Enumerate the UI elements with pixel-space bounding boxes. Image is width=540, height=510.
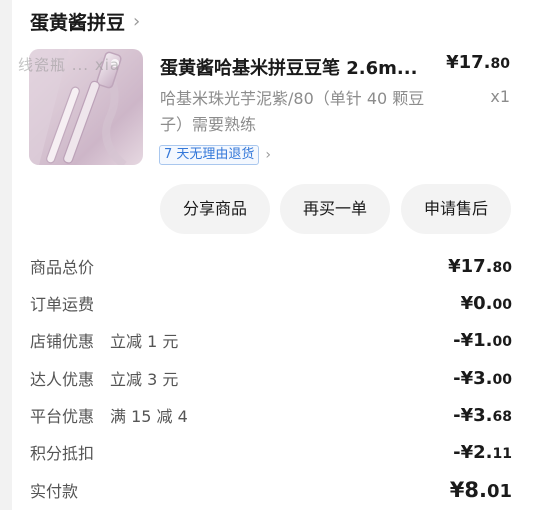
product-spec: 哈基米珠光芋泥紫/80（单针 40 颗豆子）需要熟练 bbox=[160, 89, 425, 134]
talent-discount-value: -¥3.00 bbox=[453, 367, 512, 389]
watermark-text: 线瓷瓶 ... xia bbox=[18, 56, 121, 74]
shipping-value: ¥0.00 bbox=[460, 292, 512, 314]
shop-discount-value: -¥1.00 bbox=[453, 329, 512, 351]
shipping-row: 订单运费 ¥0.00 bbox=[30, 289, 512, 317]
chevron-right-icon: › bbox=[133, 10, 141, 32]
product-title[interactable]: 蛋黄酱哈基米拼豆豆笔 2.6m... bbox=[160, 54, 432, 80]
chevron-right-icon: › bbox=[265, 147, 272, 163]
shop-discount-label: 店铺优惠 bbox=[30, 332, 95, 351]
points-label: 积分抵扣 bbox=[30, 444, 95, 463]
goods-total-row: 商品总价 ¥17.80 bbox=[30, 252, 512, 280]
goods-total-value: ¥17.80 bbox=[448, 255, 512, 277]
return-policy-label: 7 天无理由退货 bbox=[159, 145, 260, 165]
platform-discount-value: -¥3.68 bbox=[453, 404, 512, 426]
paid-label: 实付款 bbox=[30, 482, 79, 501]
shop-header[interactable]: 蛋黄酱拼豆 › bbox=[30, 6, 140, 36]
platform-discount-row: 平台优惠 满 15 减 4 -¥3.68 bbox=[30, 401, 512, 429]
points-value: -¥2.11 bbox=[453, 441, 512, 463]
return-policy-tag[interactable]: 7 天无理由退货 › bbox=[159, 145, 271, 165]
rebuy-button[interactable]: 再买一单 bbox=[280, 184, 390, 234]
price-integer: ¥17. bbox=[446, 52, 491, 73]
shop-name[interactable]: 蛋黄酱拼豆 bbox=[30, 8, 125, 35]
talent-discount-row: 达人优惠 立减 3 元 -¥3.00 bbox=[30, 364, 512, 392]
shop-discount-detail: 立减 1 元 bbox=[110, 332, 179, 351]
talent-discount-label: 达人优惠 bbox=[30, 370, 95, 389]
product-price: ¥17.80 bbox=[446, 52, 510, 73]
product-quantity: x1 bbox=[490, 87, 510, 106]
goods-total-label: 商品总价 bbox=[30, 258, 95, 277]
after-sale-button[interactable]: 申请售后 bbox=[401, 184, 511, 234]
paid-row: 实付款 ¥8.01 bbox=[30, 476, 512, 504]
points-row: 积分抵扣 -¥2.11 bbox=[30, 438, 512, 466]
shipping-label: 订单运费 bbox=[30, 295, 95, 314]
share-button[interactable]: 分享商品 bbox=[160, 184, 270, 234]
talent-discount-detail: 立减 3 元 bbox=[110, 370, 179, 389]
platform-discount-label: 平台优惠 bbox=[30, 407, 95, 426]
paid-value: ¥8.01 bbox=[449, 478, 512, 502]
price-decimal: 80 bbox=[490, 56, 510, 72]
platform-discount-detail: 满 15 减 4 bbox=[110, 407, 188, 426]
shop-discount-row: 店铺优惠 立减 1 元 -¥1.00 bbox=[30, 326, 512, 354]
